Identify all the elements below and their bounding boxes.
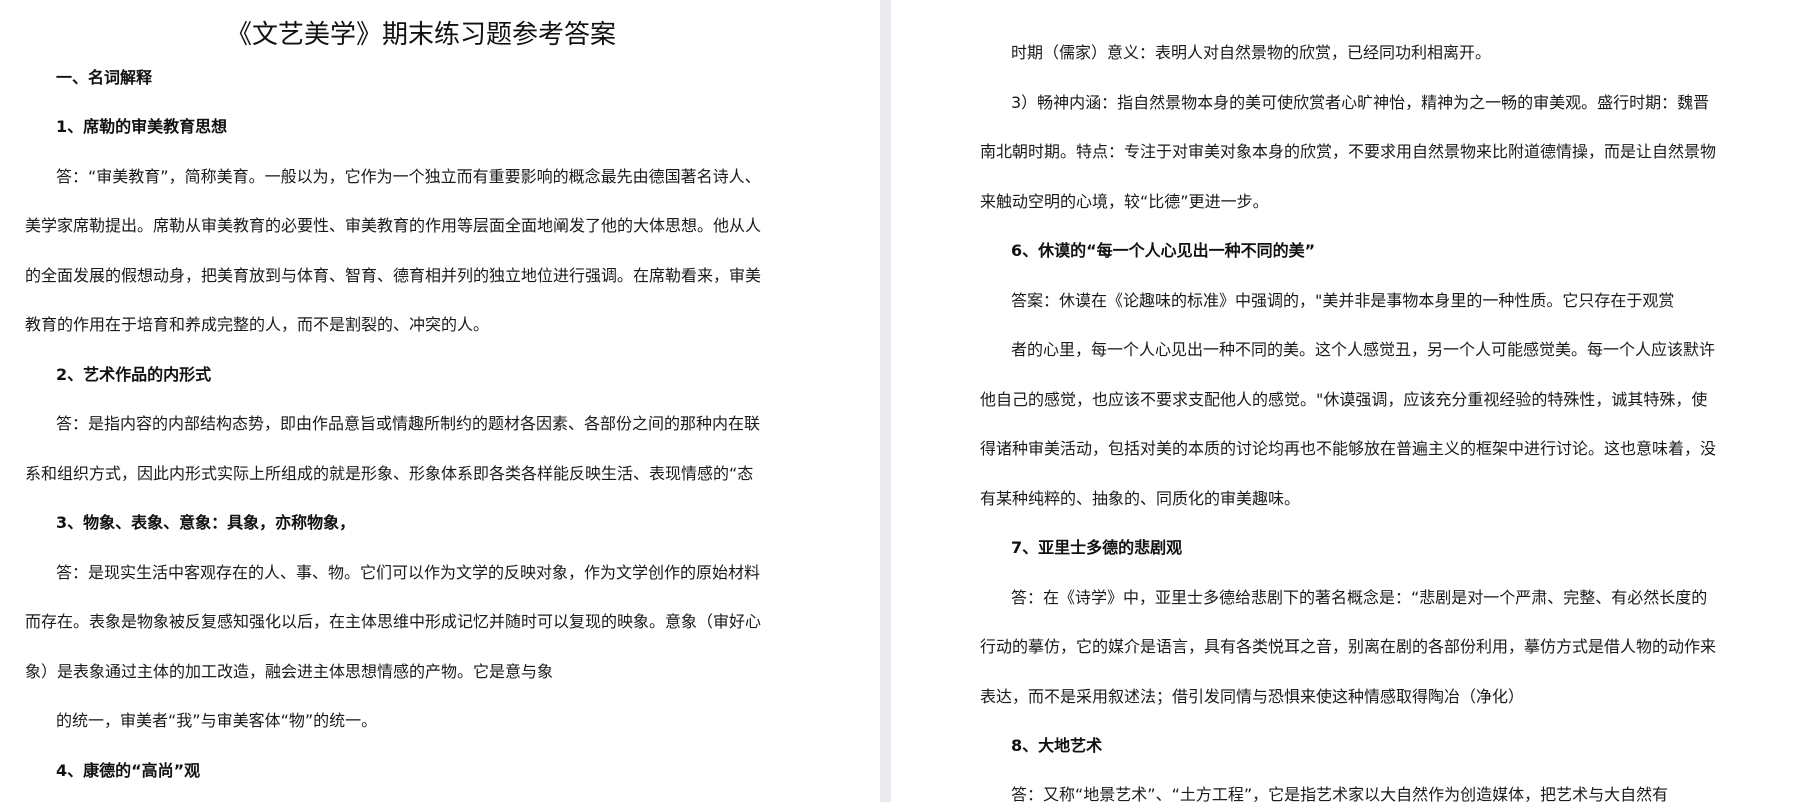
paragraph-line: 美学家席勒提出。席勒从审美教育的必要性、审美教育的作用等层面全面地阐发了他的大体…: [25, 216, 762, 235]
question-heading-8: 8、大地艺术: [1011, 736, 1103, 755]
question-heading-2: 2、艺术作品的内形式: [56, 365, 212, 384]
paragraph-line: 答案：休谟在《论趣味的标准》中强调的，"美并非是事物本身里的一种性质。它只存在于…: [1011, 291, 1675, 310]
question-heading-4: 4、康德的“高尚”观: [56, 761, 201, 780]
question-heading-1: 1、席勒的审美教育思想: [56, 117, 228, 136]
document-viewer: 《文艺美学》期末练习题参考答案 一、名词解释 1、席勒的审美教育思想 答：“审美…: [0, 0, 1798, 802]
paragraph-line: 时期（儒家）意义：表明人对自然景物的欣赏，已经同功利相离开。: [1011, 43, 1492, 62]
paragraph-line: 的全面发展的假想动身，把美育放到与体育、智育、德育相并列的独立地位进行强调。在席…: [25, 266, 762, 285]
document-page-left: 《文艺美学》期末练习题参考答案 一、名词解释 1、席勒的审美教育思想 答：“审美…: [0, 0, 880, 802]
question-heading-3: 3、物象、表象、意象：具象，亦称物象，: [56, 513, 356, 532]
question-heading-6: 6、休谟的“每一个人心见出一种不同的美”: [1011, 241, 1316, 260]
paragraph-line: 的统一，审美者“我”与审美客体“物”的统一。: [56, 711, 378, 730]
paragraph-line: 行动的摹仿，它的媒介是语言，具有各类悦耳之音，别离在剧的各部份利用，摹仿方式是借…: [980, 637, 1717, 656]
paragraph-line: 答：“审美教育”，简称美育。一般以为，它作为一个独立而有重要影响的概念最先由德国…: [56, 167, 761, 186]
paragraph-line: 教育的作用在于培育和养成完整的人，而不是割裂的、冲突的人。: [25, 315, 490, 334]
paragraph-line: 而存在。表象是物象被反复感知强化以后，在主体思维中形成记忆并随时可以复现的映象。…: [25, 612, 762, 631]
paragraph-line: 系和组织方式，因此内形式实际上所组成的就是形象、形象体系即各类各样能反映生活、表…: [25, 464, 754, 483]
paragraph-line: 南北朝时期。特点：专注于对审美对象本身的欣赏，不要求用自然景物来比附道德情操，而…: [980, 142, 1717, 161]
section-heading-glossary: 一、名词解释: [56, 68, 153, 87]
paragraph-line: 答：在《诗学》中，亚里士多德给悲剧下的著名概念是：“悲剧是对一个严肃、完整、有必…: [1011, 588, 1708, 607]
document-page-right: 时期（儒家）意义：表明人对自然景物的欣赏，已经同功利相离开。 3）畅神内涵：指自…: [891, 0, 1798, 802]
question-heading-7: 7、亚里士多德的悲剧观: [1011, 538, 1183, 557]
paragraph-line: 3）畅神内涵：指自然景物本身的美可使欣赏者心旷神怡，精神为之一畅的审美观。盛行时…: [1011, 93, 1710, 112]
paragraph-line: 得诸种审美活动，包括对美的本质的讨论均再也不能够放在普遍主义的框架中进行讨论。这…: [980, 439, 1717, 458]
paragraph-line: 表达，而不是采用叙述法；借引发同情与恐惧来使这种情感取得陶冶（净化）: [980, 687, 1525, 706]
paragraph-line: 有某种纯粹的、抽象的、同质化的审美趣味。: [980, 489, 1301, 508]
paragraph-line: 他自己的感觉，也应该不要求支配他人的感觉。"休谟强调，应该充分重视经验的特殊性，…: [980, 390, 1708, 409]
paragraph-line: 答：是现实生活中客观存在的人、事、物。它们可以作为文学的反映对象，作为文学创作的…: [56, 563, 761, 582]
paragraph-line: 象）是表象通过主体的加工改造，融会进主体思想情感的产物。它是意与象: [25, 662, 554, 681]
document-title: 《文艺美学》期末练习题参考答案: [226, 20, 617, 50]
paragraph-line: 者的心里，每一个人心见出一种不同的美。这个人感觉丑，另一个人可能感觉美。每一个人…: [1011, 340, 1716, 359]
paragraph-line: 答：又称“地景艺术”、“土方工程”，它是指艺术家以大自然作为创造媒体，把艺术与大…: [1011, 785, 1669, 802]
paragraph-line: 答：是指内容的内部结构态势，即由作品意旨或情趣所制约的题材各因素、各部份之间的那…: [56, 414, 761, 433]
paragraph-line: 来触动空明的心境，较“比德”更进一步。: [980, 192, 1269, 211]
